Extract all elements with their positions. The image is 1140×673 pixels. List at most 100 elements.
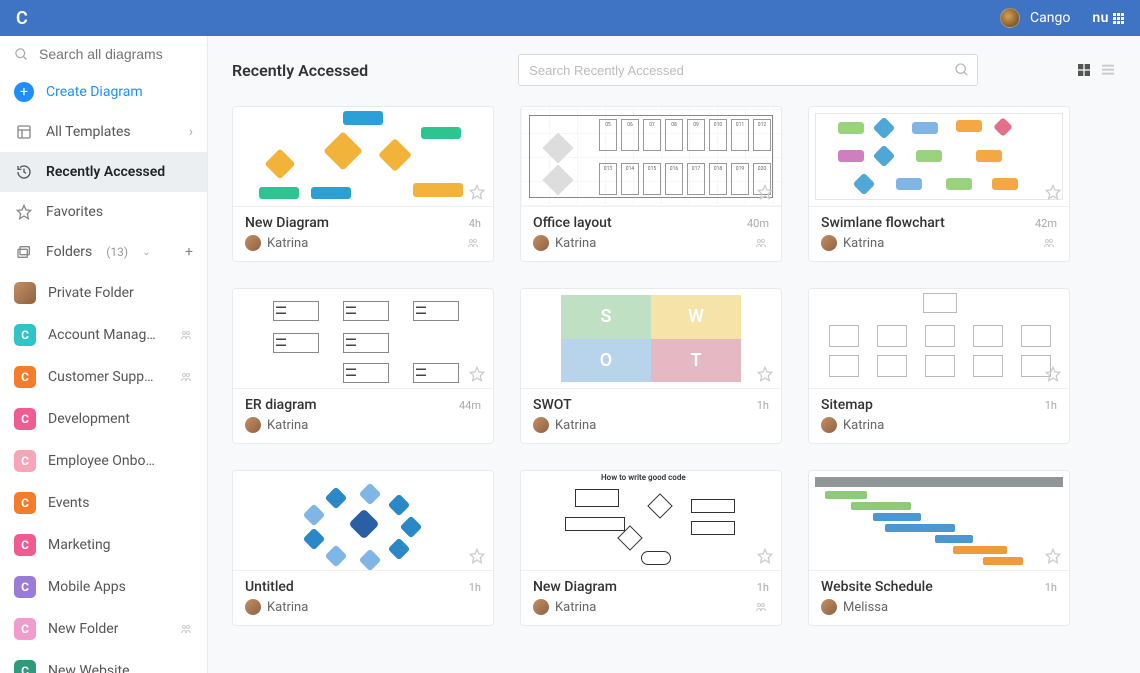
user-avatar[interactable] [1000, 8, 1020, 28]
plus-icon: + [14, 82, 34, 102]
favorite-button[interactable] [757, 548, 773, 564]
folder-icon: C [14, 576, 36, 598]
card-thumbnail[interactable] [809, 107, 1069, 207]
folder-label: Private Folder [48, 285, 134, 301]
nav-label: All Templates [46, 124, 131, 140]
card-thumbnail[interactable] [233, 471, 493, 571]
card-thumbnail[interactable] [809, 289, 1069, 389]
favorite-button[interactable] [1045, 366, 1061, 382]
diagram-card[interactable]: Swimlane flowchart42mKatrina [808, 106, 1070, 262]
nav-folders[interactable]: Folders (13) ⌄ + [0, 232, 207, 272]
nav-label: Folders [46, 244, 92, 260]
username[interactable]: Cango [1030, 10, 1070, 26]
main-search-input[interactable] [518, 54, 978, 86]
main-search[interactable] [518, 54, 978, 86]
card-thumbnail[interactable]: ▬▬▬▬▬▬▬▬▬▬▬▬▬▬▬▬▬▬▬▬▬▬▬▬▬▬▬▬ [233, 289, 493, 389]
avatar-icon [14, 282, 36, 304]
folder-label: Mobile Apps [48, 579, 126, 595]
folder-icon: C [14, 366, 36, 388]
folder-item[interactable]: C New Folder [0, 608, 207, 650]
nav-favorites[interactable]: Favorites [0, 192, 207, 232]
card-time: 4h [469, 217, 481, 230]
folder-item[interactable]: C Employee Onboa... [0, 440, 207, 482]
favorite-button[interactable] [469, 366, 485, 382]
diagram-card[interactable]: 0506070809010011012013014015016017018019… [520, 106, 782, 262]
folder-item[interactable]: C Account Manage... [0, 314, 207, 356]
nav-recently-accessed[interactable]: Recently Accessed [0, 152, 207, 192]
shared-icon [1041, 237, 1057, 249]
card-time: 42m [1035, 217, 1057, 230]
favorite-button[interactable] [469, 184, 485, 200]
diagram-card[interactable]: ▬▬▬▬▬▬▬▬▬▬▬▬▬▬▬▬▬▬▬▬▬▬▬▬▬▬▬▬ER diagram44… [232, 288, 494, 444]
folder-icon: C [14, 492, 36, 514]
diagram-card[interactable]: New Diagram4hKatrina [232, 106, 494, 262]
topbar: C Cango nu [0, 0, 1140, 36]
favorite-button[interactable] [757, 366, 773, 382]
folder-label: Events [48, 495, 89, 511]
author-avatar [533, 417, 549, 433]
author-avatar [821, 599, 837, 615]
diagram-card[interactable]: SWOT SWOT 1h Katrina [520, 288, 782, 444]
chevron-down-icon: ⌄ [142, 247, 150, 258]
star-icon [14, 202, 34, 222]
templates-icon [14, 122, 34, 142]
folder-icon: C [14, 534, 36, 556]
author-avatar [245, 599, 261, 615]
folder-label: Customer Support [48, 369, 160, 385]
favorite-button[interactable] [1045, 184, 1061, 200]
card-time: 1h [757, 581, 769, 594]
card-title: SWOT [533, 397, 572, 413]
sidebar-search-input[interactable] [39, 46, 193, 62]
diagram-card[interactable]: Sitemap1hKatrina [808, 288, 1070, 444]
shared-icon [753, 237, 769, 249]
card-thumbnail[interactable]: 0506070809010011012013014015016017018019… [521, 107, 781, 207]
author-avatar [821, 235, 837, 251]
main-header: Recently Accessed [232, 54, 1116, 86]
folder-item[interactable]: C Development [0, 398, 207, 440]
app-switcher[interactable]: nu [1092, 10, 1124, 26]
history-icon [14, 162, 34, 182]
add-folder-button[interactable]: + [185, 244, 193, 260]
card-time: 1h [1045, 581, 1057, 594]
author-avatar [245, 235, 261, 251]
card-time: 1h [757, 399, 769, 412]
folder-label: Account Manage... [48, 327, 160, 343]
folder-private[interactable]: Private Folder [0, 272, 207, 314]
folder-item[interactable]: C Mobile Apps [0, 566, 207, 608]
app-switcher-label: nu [1092, 10, 1109, 26]
card-title: Swimlane flowchart [821, 215, 945, 231]
card-author: Katrina [555, 236, 596, 251]
grid-icon [1113, 13, 1124, 24]
card-time: 1h [1045, 399, 1057, 412]
nav-all-templates[interactable]: All Templates › [0, 112, 207, 152]
diagram-card[interactable]: How to write good codeNew Diagram1hKatri… [520, 470, 782, 626]
search-icon [954, 62, 970, 78]
card-author: Katrina [555, 418, 596, 433]
folder-item[interactable]: C New Website [0, 650, 207, 673]
card-time: 1h [469, 581, 481, 594]
card-thumbnail[interactable] [233, 107, 493, 207]
page-title: Recently Accessed [232, 61, 368, 80]
shared-icon [753, 601, 769, 613]
card-thumbnail[interactable]: How to write good code [521, 471, 781, 571]
folder-item[interactable]: C Customer Support [0, 356, 207, 398]
grid-view-button[interactable] [1076, 62, 1092, 78]
folder-item[interactable]: C Marketing [0, 524, 207, 566]
card-author: Katrina [555, 600, 596, 615]
diagram-card[interactable]: Website Schedule1hMelissa [808, 470, 1070, 626]
create-diagram-button[interactable]: + Create Diagram [0, 72, 207, 112]
card-thumbnail[interactable] [809, 471, 1069, 571]
sidebar-search[interactable] [0, 36, 207, 72]
favorite-button[interactable] [469, 548, 485, 564]
folder-label: New Website [48, 663, 130, 673]
diagram-card[interactable]: Untitled1hKatrina [232, 470, 494, 626]
card-author: Katrina [843, 418, 884, 433]
folder-list: Private Folder C Account Manage... [0, 272, 207, 673]
folder-item[interactable]: C Events [0, 482, 207, 524]
favorite-button[interactable] [757, 184, 773, 200]
card-thumbnail[interactable]: SWOT [521, 289, 781, 389]
list-view-button[interactable] [1100, 62, 1116, 78]
brand-logo[interactable]: C [16, 8, 28, 29]
author-avatar [533, 235, 549, 251]
favorite-button[interactable] [1045, 548, 1061, 564]
